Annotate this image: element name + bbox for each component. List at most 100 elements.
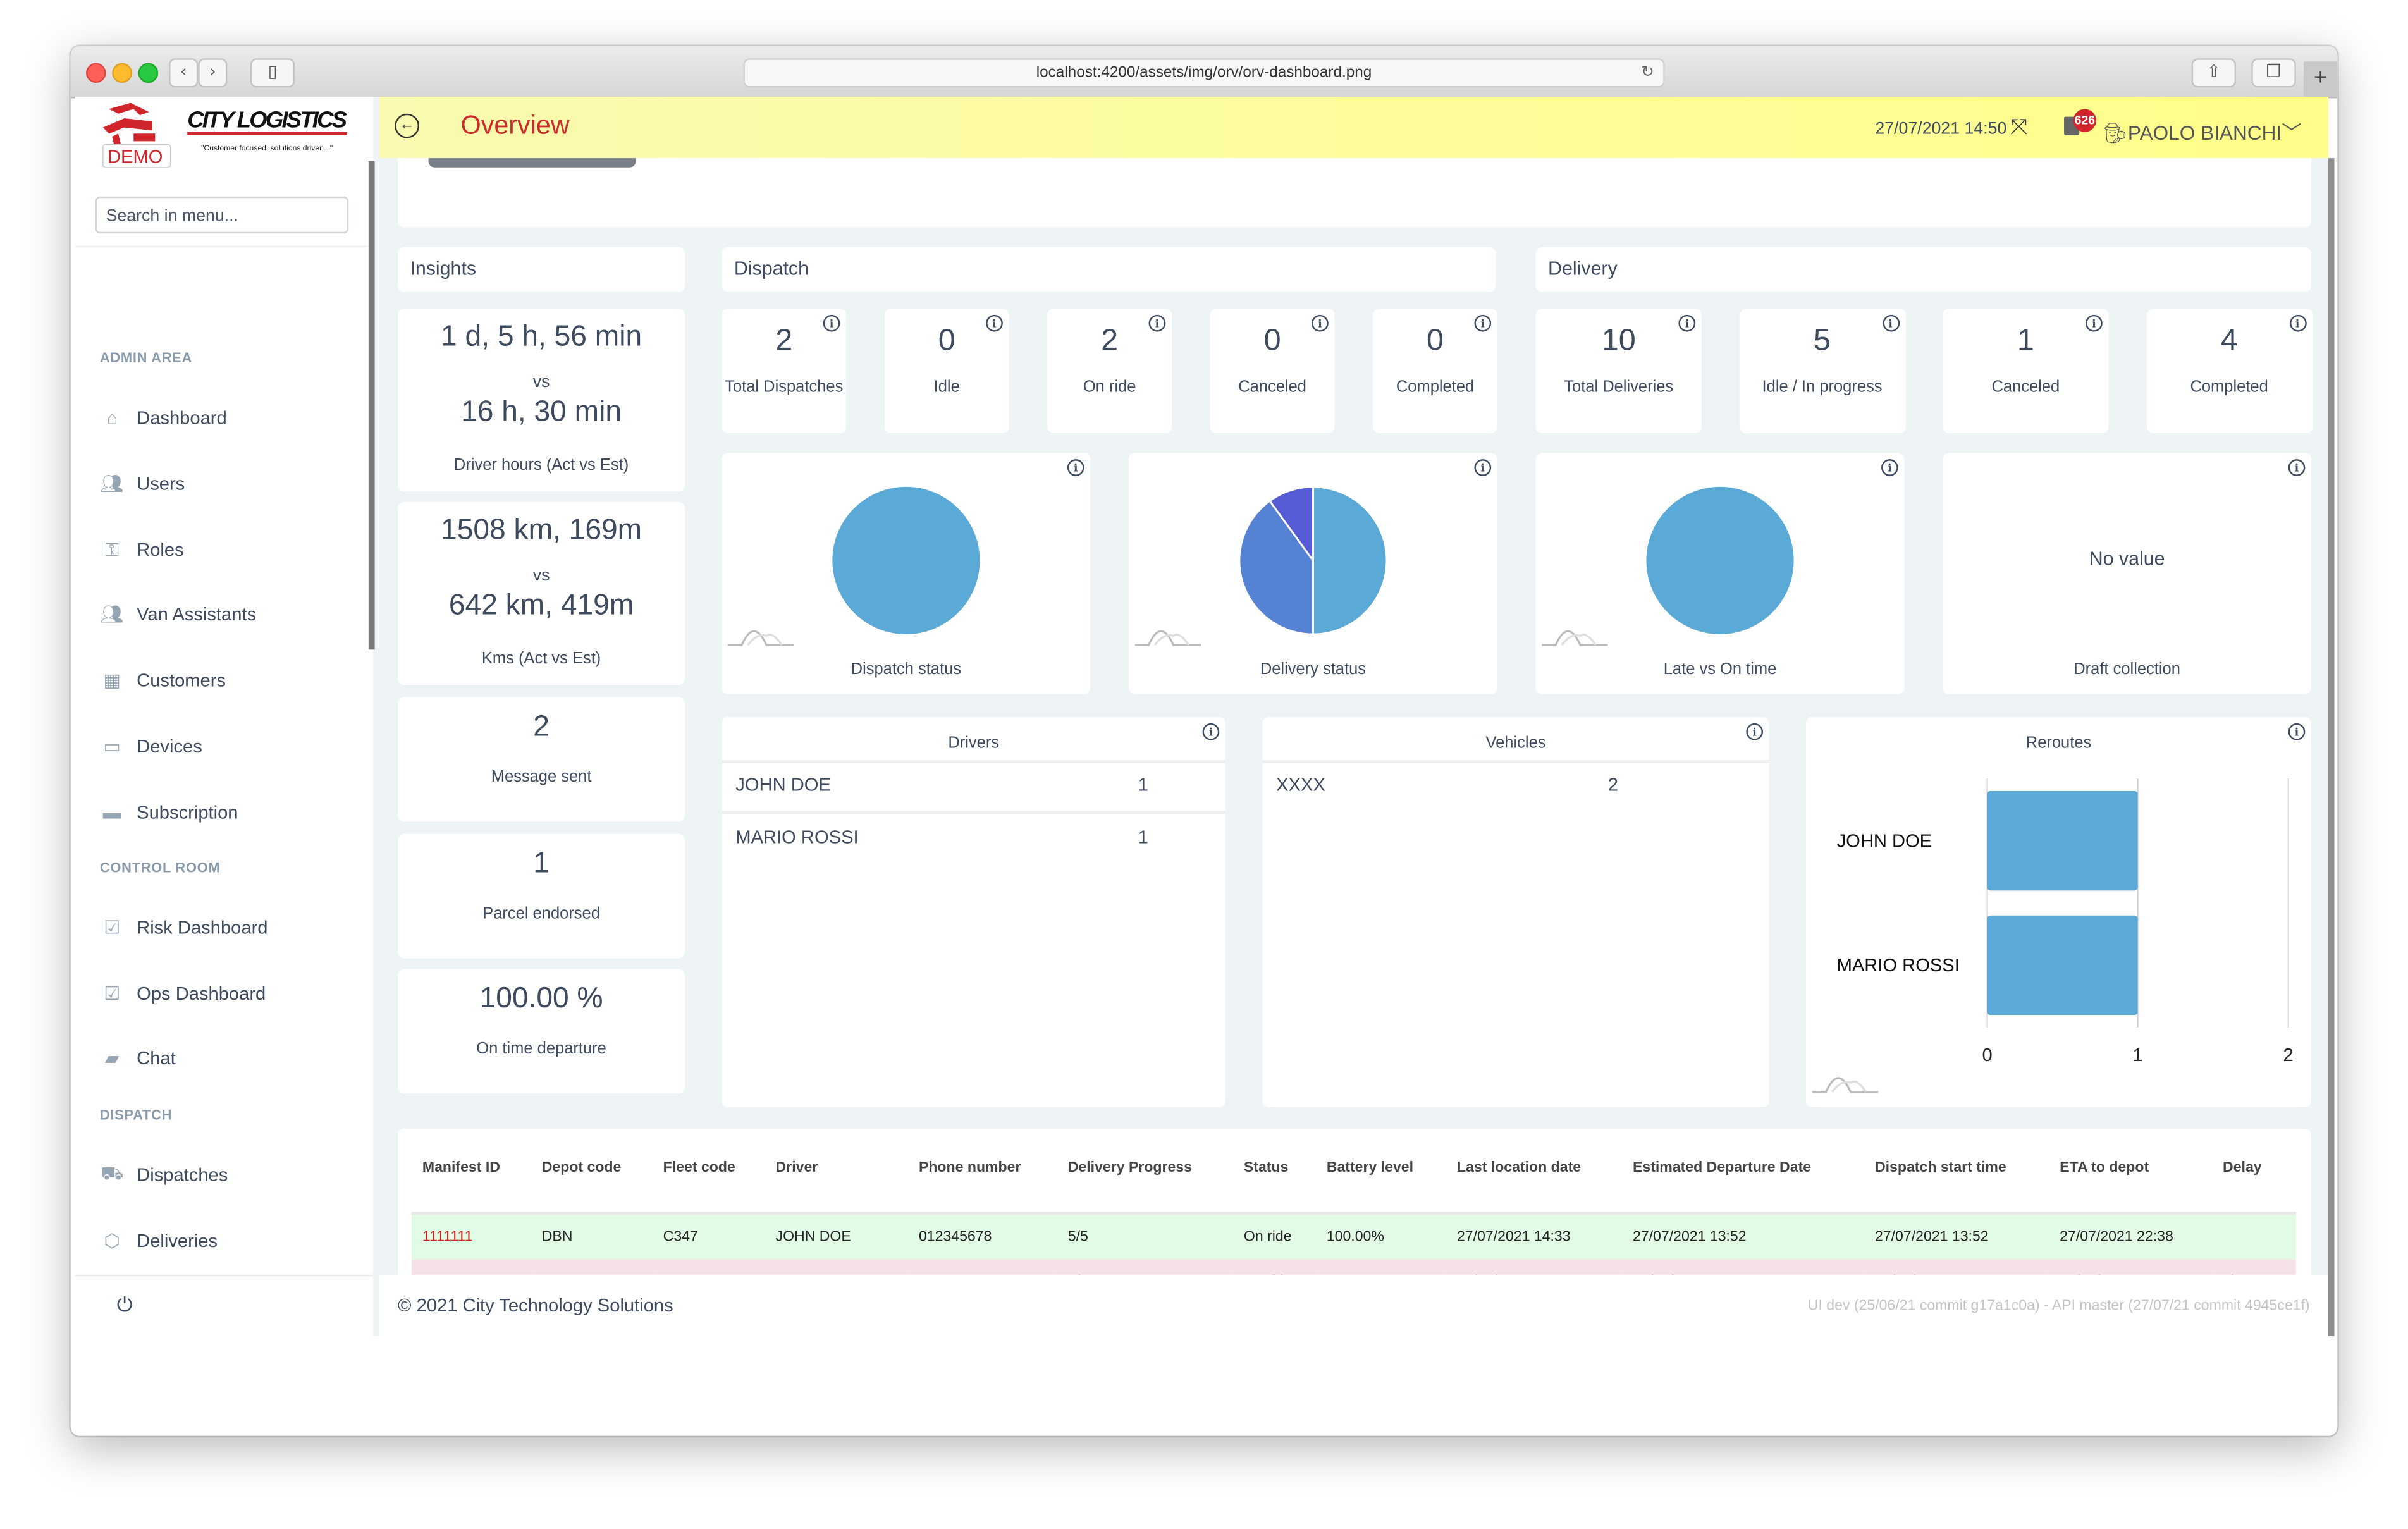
pie-slice[interactable] — [1646, 486, 1794, 635]
column-header[interactable]: Dispatch start time — [1864, 1144, 2049, 1215]
page-scrollbar[interactable] — [2328, 158, 2335, 1336]
kpi-tile: i 10 Total Deliveries — [1535, 309, 1702, 433]
sidebar-item-ops-dashboard[interactable]: ☑ Ops Dashboard — [98, 978, 266, 1009]
vehicles-list: i Vehicles XXXX 2 — [1262, 717, 1769, 1108]
chart-reroutes: i Reroutes 0 1 2 JOHN DOE MARIO ROSSI — [1806, 717, 2312, 1108]
column-header[interactable]: Status — [1232, 1144, 1316, 1215]
chart-type-icon[interactable] — [727, 627, 797, 648]
kpi-label: Completed — [1396, 378, 1475, 396]
sidebar-toggle-button[interactable]: ▯ — [250, 58, 295, 88]
pie-slice[interactable] — [1312, 486, 1388, 636]
users-icon: 👥︎ — [100, 473, 124, 495]
logo-mark-icon: DEMO CITY LOGISTICS "Customer focused, s… — [102, 102, 347, 168]
sidebar-item-devices[interactable]: ▭ Devices — [98, 731, 202, 762]
power-icon[interactable]: ⏻ — [117, 1293, 133, 1318]
minimize-window-button[interactable] — [112, 63, 132, 83]
table-cell: 100.00% — [1326, 1228, 1384, 1246]
table-cell: 27/07/2021 22:38 — [2060, 1228, 2173, 1246]
forward-button[interactable]: › — [198, 58, 228, 88]
new-tab-button[interactable]: + — [2303, 61, 2338, 97]
sidebar-item-customers[interactable]: ▦ Customers — [98, 665, 226, 696]
divider — [75, 245, 374, 248]
current-datetime: 27/07/2021 14:50 — [1875, 120, 2007, 138]
notification-badge[interactable]: 626 — [2073, 109, 2097, 132]
manifest-id-link[interactable]: 1111111 — [412, 1213, 531, 1260]
insight-parcels: 1 Parcel endorsed — [398, 833, 685, 959]
chart-type-icon[interactable] — [1133, 627, 1204, 648]
table-cell: On ride — [1243, 1228, 1292, 1246]
menu-search-input[interactable]: Search in menu... — [95, 196, 349, 234]
building-icon: ▦ — [103, 669, 121, 691]
kpi-label: Idle — [933, 378, 960, 396]
user-menu[interactable]: 🕵︎PAOLO BIANCHI﹀ — [2103, 117, 2302, 146]
chart-type-icon[interactable] — [1540, 627, 1611, 648]
vehicle-count: 2 — [1607, 774, 1618, 796]
table-row[interactable]: 1111111 DBN C347 JOHN DOE 012345678 5/5 On rid… — [411, 1213, 2296, 1260]
x-tick-label: 2 — [2283, 1045, 2294, 1065]
y-category-label: JOHN DOE — [1837, 831, 1932, 851]
column-header[interactable]: Delay — [2212, 1144, 2296, 1215]
sidebar-item-roles[interactable]: ⚿ Roles — [98, 534, 184, 565]
page-footer: © 2021 City Technology Solutions UI dev … — [379, 1274, 2328, 1336]
dispatch-header: Dispatch — [722, 247, 1496, 292]
sidebar-item-van-assistants[interactable]: 👥︎ Van Assistants — [98, 599, 256, 630]
bar[interactable] — [1987, 790, 2138, 891]
build-info: UI dev (25/06/21 commit g17a1c0a) - API … — [1807, 1298, 2310, 1315]
fullscreen-icon[interactable]: ⤧ — [2010, 114, 2027, 140]
tabs-overview-button[interactable]: ❐ — [2251, 58, 2296, 88]
sidebar-item-users[interactable]: 👥︎ Users — [98, 469, 185, 500]
table-cell: JOHN DOE — [775, 1228, 851, 1246]
sidebar-item-deliveries[interactable]: ⬡ Deliveries — [98, 1225, 218, 1256]
sidebar-item-dashboard[interactable]: ⌂ Dashboard — [98, 402, 226, 433]
column-header[interactable]: Delivery Progress — [1057, 1144, 1233, 1215]
table-cell: 27/07/2021 13:52 — [1632, 1228, 1747, 1246]
sidebar-item-dispatches[interactable]: ⛟ Dispatches — [98, 1160, 228, 1191]
chart-type-icon[interactable] — [1810, 1074, 1881, 1095]
info-icon[interactable]: i — [2288, 459, 2306, 476]
column-header[interactable]: Phone number — [907, 1144, 1057, 1215]
kpi-value: 4 — [2220, 324, 2238, 358]
column-header[interactable]: Battery level — [1315, 1144, 1446, 1215]
sidebar-scrollbar[interactable] — [368, 161, 375, 650]
top-header: ← Overview 27/07/2021 14:50 ⤧ 626 🕵︎PAOL… — [379, 97, 2328, 159]
back-button[interactable]: ‹ — [169, 58, 199, 88]
column-header[interactable]: Driver — [765, 1144, 908, 1215]
chart-dispatch-status: i Dispatch status — [722, 453, 1091, 694]
column-header[interactable]: Fleet code — [652, 1144, 765, 1215]
column-header[interactable]: Manifest ID — [411, 1144, 531, 1215]
reload-icon[interactable]: ↻ — [1641, 60, 1654, 86]
sidebar-item-subscription[interactable]: ▬ Subscription — [98, 797, 238, 828]
zoom-window-button[interactable] — [138, 63, 159, 83]
table-cell: 5/5 — [1067, 1228, 1088, 1246]
address-bar[interactable]: localhost:4200/assets/img/orv/orv-dashbo… — [743, 58, 1665, 88]
column-header[interactable]: ETA to depot — [2049, 1144, 2213, 1215]
credit-card-icon: ▬ — [102, 801, 121, 823]
close-window-button[interactable] — [86, 63, 106, 83]
filter-button[interactable] — [428, 158, 636, 168]
sidebar-item-risk-dashboard[interactable]: ☑ Risk Dashboard — [98, 912, 267, 943]
bar[interactable] — [1987, 915, 2138, 1016]
sidebar-item-chat[interactable]: ▰ Chat — [98, 1043, 176, 1074]
pie-slice[interactable] — [832, 486, 980, 635]
kpi-tile: i 4 Completed — [2146, 309, 2313, 433]
column-header[interactable]: Estimated Departure Date — [1621, 1144, 1864, 1215]
sidebar: DEMO CITY LOGISTICS "Customer focused, s… — [75, 97, 375, 1338]
kpi-value: 2 — [1101, 324, 1119, 358]
share-button[interactable]: ⇧ — [2191, 58, 2237, 88]
divider — [1262, 760, 1769, 764]
chart-title: Delivery status — [1260, 660, 1367, 679]
back-arrow-icon[interactable]: ← — [395, 113, 420, 138]
chart-title: Dispatch status — [851, 660, 962, 679]
copyright: © 2021 City Technology Solutions — [398, 1294, 673, 1317]
bar-chart-reroutes: 0 1 2 JOHN DOE MARIO ROSSI — [1837, 778, 2294, 1065]
divider — [722, 760, 1226, 764]
page-title: Overview — [460, 110, 570, 140]
kpi-value: 0 — [938, 324, 955, 358]
devices-icon: ▭ — [103, 735, 121, 758]
drivers-list: i Drivers JOHN DOE 1 MARIO ROSSI 1 — [722, 717, 1226, 1108]
column-header[interactable]: Last location date — [1446, 1144, 1622, 1215]
x-tick-label: 0 — [1982, 1045, 1993, 1065]
column-header[interactable]: Depot code — [531, 1144, 653, 1215]
logo[interactable]: DEMO CITY LOGISTICS "Customer focused, s… — [97, 100, 373, 168]
pie-dispatch-status — [832, 486, 980, 635]
